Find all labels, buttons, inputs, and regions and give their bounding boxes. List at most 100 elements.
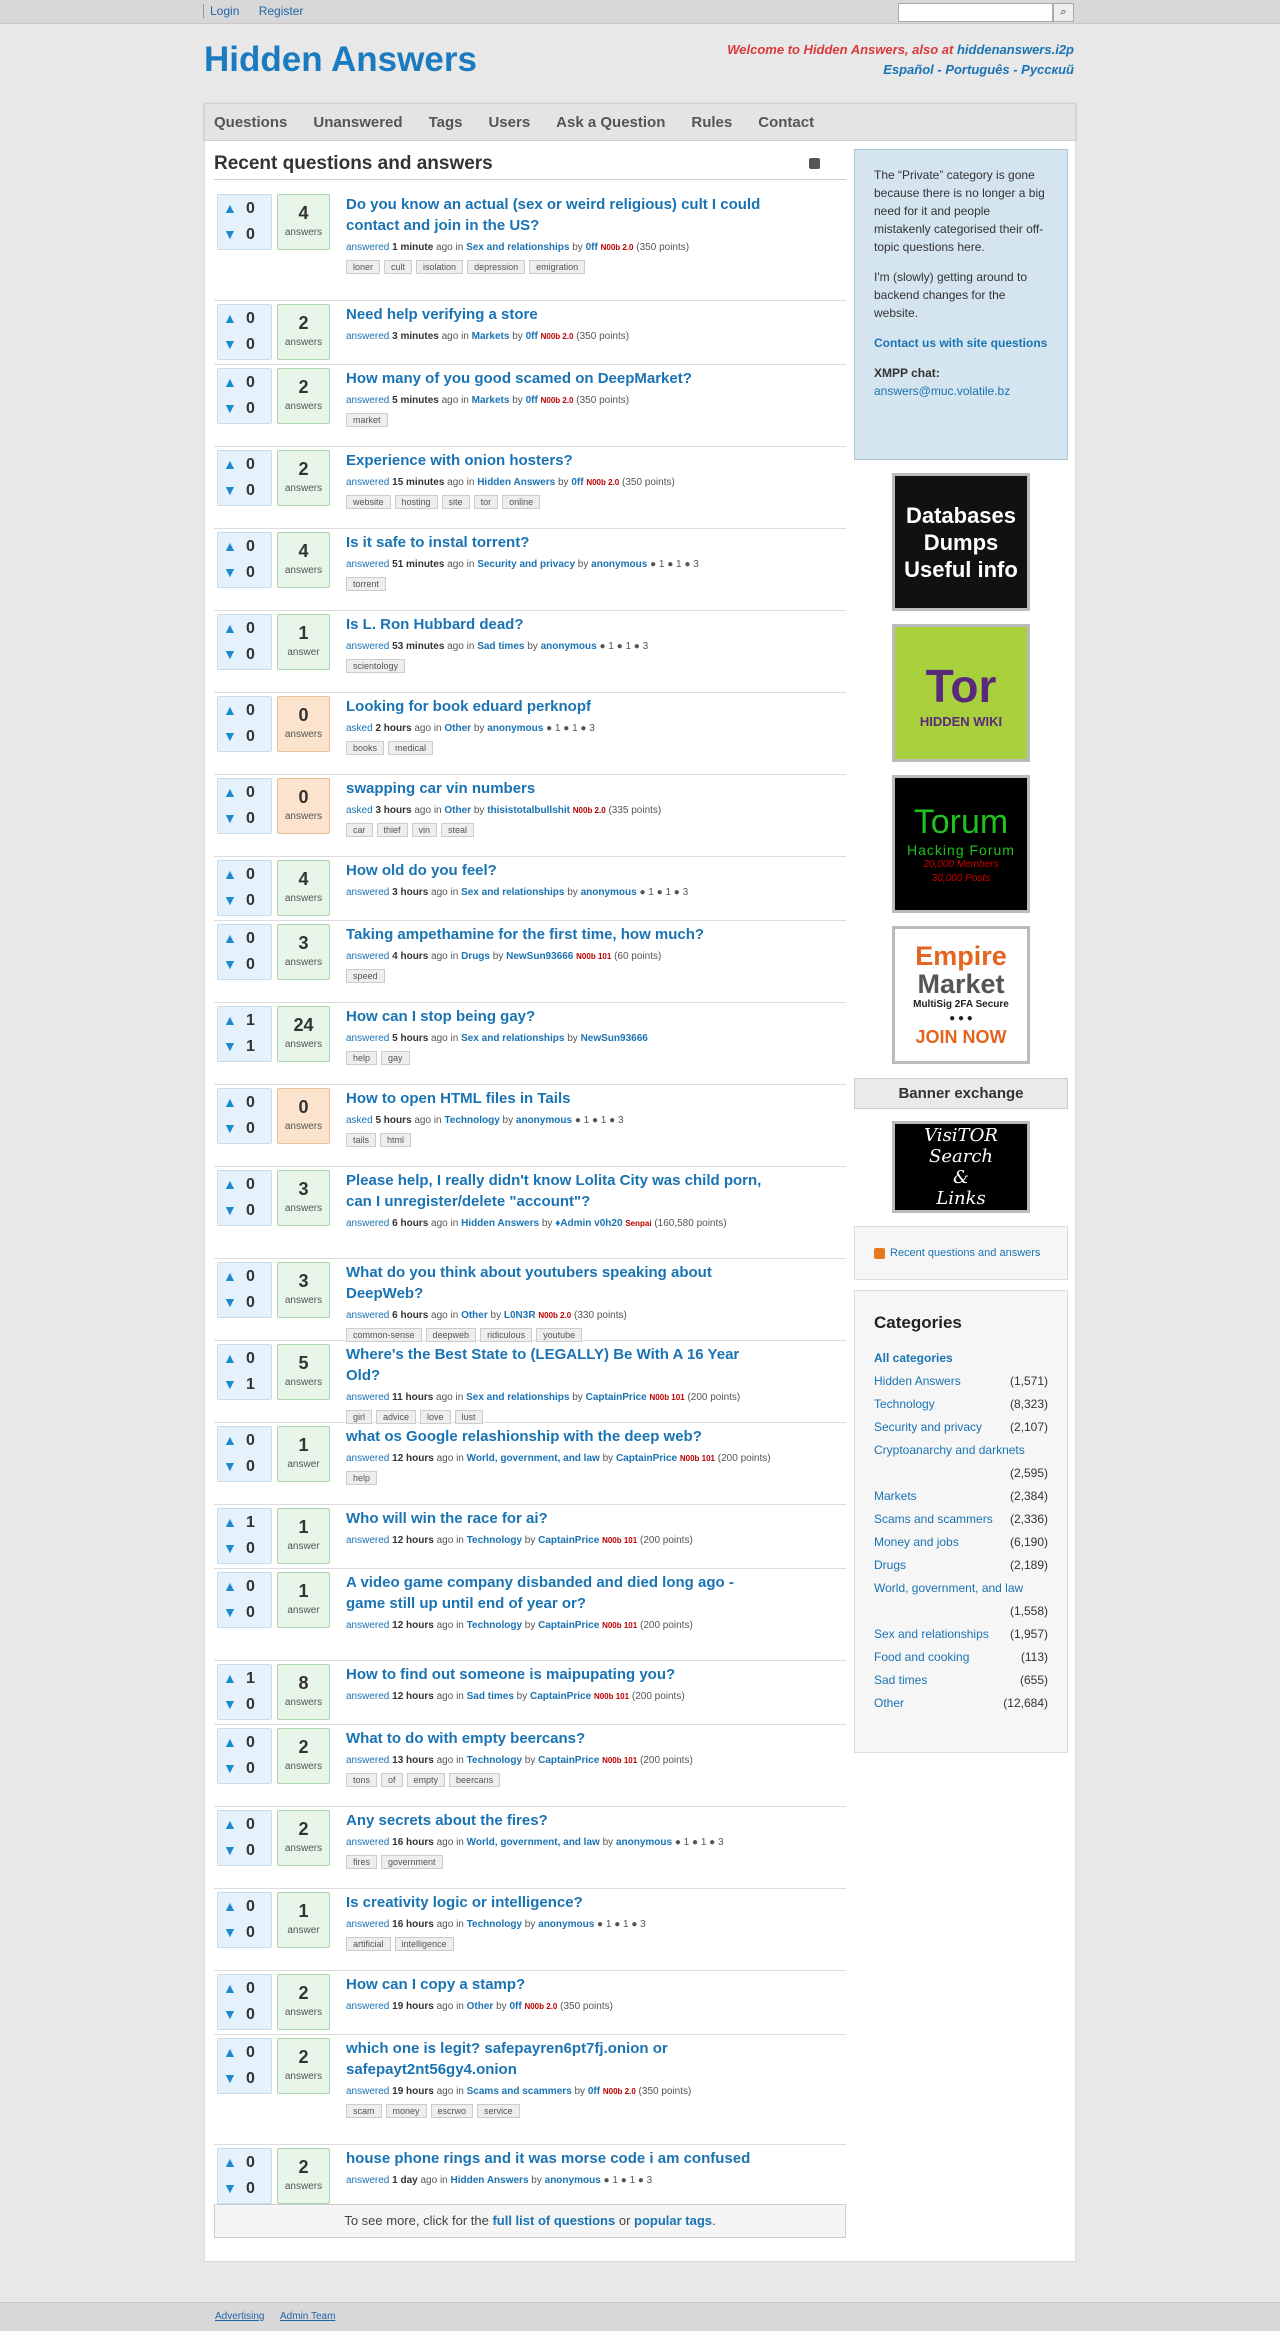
- vote-up-icon[interactable]: ▲: [223, 1671, 237, 1685]
- category-link[interactable]: Sex and relationships: [466, 1392, 569, 1403]
- login-link[interactable]: Login: [210, 4, 239, 18]
- ad-hidden-wiki[interactable]: Tor HIDDEN WIKI: [892, 624, 1030, 762]
- user-link[interactable]: CaptainPrice: [538, 1535, 599, 1546]
- vote-up-icon[interactable]: ▲: [223, 2155, 237, 2169]
- vote-up-icon[interactable]: ▲: [223, 201, 237, 215]
- category-link[interactable]: Other: [461, 1310, 488, 1321]
- user-link[interactable]: CaptainPrice: [586, 1392, 647, 1403]
- tag-link[interactable]: medical: [388, 741, 434, 755]
- nav-rules[interactable]: Rules: [691, 104, 732, 142]
- vote-up-icon[interactable]: ▲: [223, 457, 237, 471]
- question-title[interactable]: Who will win the race for ai?: [346, 1510, 548, 1527]
- category-link[interactable]: World, government, and law: [467, 1837, 600, 1848]
- category-link[interactable]: World, government, and law: [467, 1453, 600, 1464]
- tag-link[interactable]: loner: [346, 260, 381, 274]
- tag-link[interactable]: fires: [346, 1855, 378, 1869]
- tag-link[interactable]: isolation: [416, 260, 464, 274]
- tag-link[interactable]: help: [346, 1471, 378, 1485]
- user-link[interactable]: anonymous: [616, 1837, 672, 1848]
- tag-link[interactable]: vin: [411, 823, 438, 837]
- user-link[interactable]: anonymous: [581, 887, 637, 898]
- category-link[interactable]: Hidden Answers: [874, 1370, 961, 1393]
- category-link[interactable]: Security and privacy: [874, 1416, 982, 1439]
- vote-up-icon[interactable]: ▲: [223, 1899, 237, 1913]
- question-title[interactable]: How many of you good scamed on DeepMarke…: [346, 370, 692, 387]
- tag-link[interactable]: artificial: [346, 1937, 391, 1951]
- xmpp-link[interactable]: answers@muc.volatile.bz: [874, 384, 1010, 398]
- question-title[interactable]: Is L. Ron Hubbard dead?: [346, 616, 524, 633]
- tag-link[interactable]: tons: [346, 1773, 378, 1787]
- admin-team-link[interactable]: Admin Team: [280, 2311, 335, 2322]
- tag-link[interactable]: cult: [384, 260, 413, 274]
- category-link[interactable]: Technology: [467, 1535, 522, 1546]
- popular-tags-link[interactable]: popular tags: [634, 2213, 712, 2228]
- rss-feed-icon[interactable]: [874, 1247, 885, 1259]
- tag-link[interactable]: money: [385, 2104, 427, 2118]
- tag-link[interactable]: help: [346, 1051, 378, 1065]
- question-title[interactable]: Need help verifying a store: [346, 306, 538, 323]
- tag-link[interactable]: gay: [381, 1051, 410, 1065]
- category-link[interactable]: Technology: [467, 1620, 522, 1631]
- question-title[interactable]: what os Google relashionship with the de…: [346, 1428, 702, 1445]
- user-link[interactable]: 0ff: [588, 2086, 600, 2097]
- vote-down-icon[interactable]: ▼: [223, 565, 237, 579]
- user-link[interactable]: NewSun93666: [506, 951, 573, 962]
- category-link[interactable]: Sad times: [477, 641, 524, 652]
- vote-up-icon[interactable]: ▲: [223, 1579, 237, 1593]
- vote-down-icon[interactable]: ▼: [223, 1697, 237, 1711]
- vote-down-icon[interactable]: ▼: [223, 1843, 237, 1857]
- language-links[interactable]: Español - Português - Русский: [883, 62, 1074, 77]
- question-title[interactable]: Is creativity logic or intelligence?: [346, 1894, 583, 1911]
- activity-link[interactable]: answered: [346, 1620, 389, 1631]
- recent-feed-link[interactable]: Recent questions and answers: [890, 1247, 1040, 1259]
- ad-torum[interactable]: Torum Hacking Forum 20,000 Members 30,00…: [892, 775, 1030, 913]
- vote-up-icon[interactable]: ▲: [223, 1269, 237, 1283]
- category-link[interactable]: Technology: [467, 1919, 522, 1930]
- user-link[interactable]: CaptainPrice: [538, 1755, 599, 1766]
- tag-link[interactable]: of: [381, 1773, 403, 1787]
- tag-link[interactable]: girl: [346, 1410, 373, 1424]
- vote-down-icon[interactable]: ▼: [223, 1203, 237, 1217]
- vote-down-icon[interactable]: ▼: [223, 1459, 237, 1473]
- category-link[interactable]: Technology: [444, 1115, 499, 1126]
- vote-up-icon[interactable]: ▲: [223, 785, 237, 799]
- vote-down-icon[interactable]: ▼: [223, 2007, 237, 2021]
- category-link[interactable]: Scams and scammers: [467, 2086, 572, 2097]
- activity-link[interactable]: answered: [346, 477, 389, 488]
- tag-link[interactable]: advice: [376, 1410, 417, 1424]
- vote-down-icon[interactable]: ▼: [223, 1295, 237, 1309]
- tag-link[interactable]: online: [502, 495, 541, 509]
- tag-link[interactable]: service: [477, 2104, 520, 2118]
- nav-tags[interactable]: Tags: [429, 104, 463, 142]
- tag-link[interactable]: lust: [454, 1410, 483, 1424]
- category-link[interactable]: Technology: [874, 1393, 935, 1416]
- question-title[interactable]: which one is legit? safepayren6pt7fj.oni…: [346, 2040, 668, 2078]
- question-title[interactable]: How old do you feel?: [346, 862, 497, 879]
- activity-link[interactable]: answered: [346, 242, 389, 253]
- user-link[interactable]: 0ff: [526, 395, 538, 406]
- search-input[interactable]: [898, 3, 1053, 22]
- vote-down-icon[interactable]: ▼: [223, 811, 237, 825]
- question-title[interactable]: Experience with onion hosters?: [346, 452, 573, 469]
- vote-down-icon[interactable]: ▼: [223, 957, 237, 971]
- vote-down-icon[interactable]: ▼: [223, 647, 237, 661]
- vote-up-icon[interactable]: ▲: [223, 1515, 237, 1529]
- vote-down-icon[interactable]: ▼: [223, 1039, 237, 1053]
- vote-down-icon[interactable]: ▼: [223, 2181, 237, 2195]
- activity-link[interactable]: answered: [346, 2001, 389, 2012]
- category-link[interactable]: Sex and relationships: [466, 242, 569, 253]
- tag-link[interactable]: ridiculous: [480, 1328, 533, 1342]
- full-list-link[interactable]: full list of questions: [492, 2213, 615, 2228]
- activity-link[interactable]: answered: [346, 641, 389, 652]
- search-icon[interactable]: ⌕: [1053, 3, 1074, 22]
- nav-contact[interactable]: Contact: [758, 104, 814, 142]
- activity-link[interactable]: answered: [346, 887, 389, 898]
- vote-down-icon[interactable]: ▼: [223, 1377, 237, 1391]
- vote-down-icon[interactable]: ▼: [223, 1761, 237, 1775]
- nav-users[interactable]: Users: [488, 104, 530, 142]
- activity-link[interactable]: answered: [346, 1453, 389, 1464]
- site-logo[interactable]: Hidden Answers: [204, 40, 477, 80]
- category-link[interactable]: Other: [874, 1692, 904, 1715]
- user-link[interactable]: ♦Admin v0h20: [555, 1218, 622, 1229]
- tag-link[interactable]: torrent: [346, 577, 387, 591]
